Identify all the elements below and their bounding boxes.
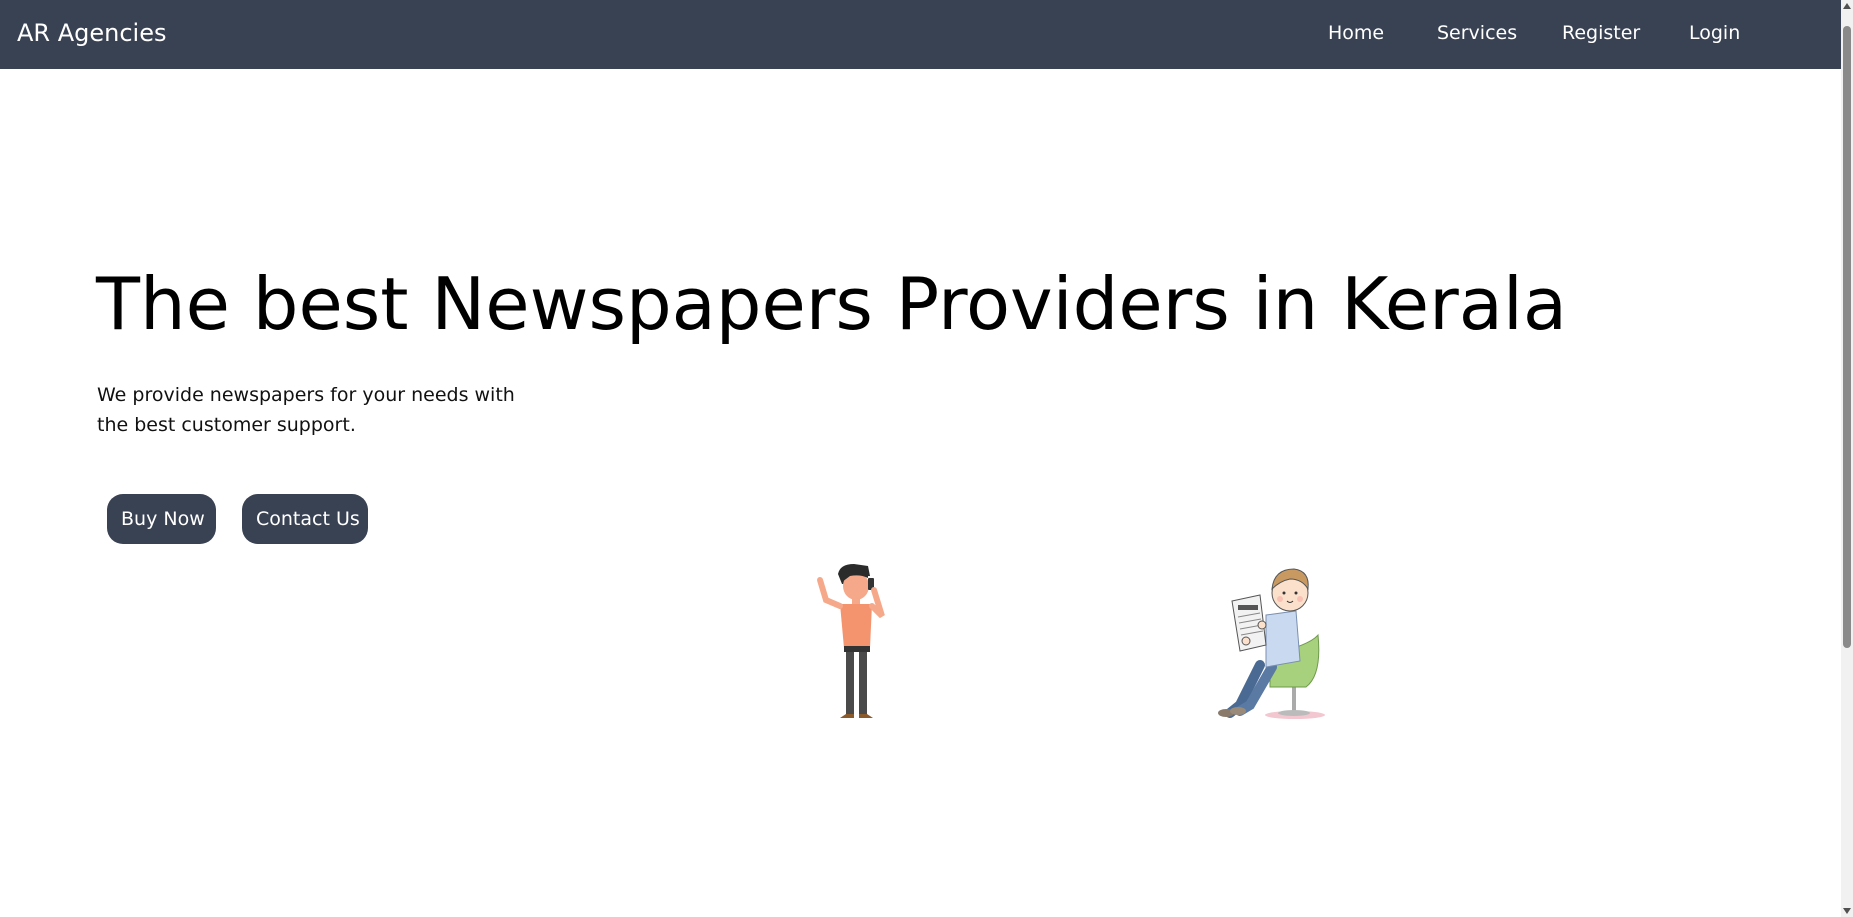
navbar: AR Agencies Home Services Register Login: [0, 0, 1841, 69]
scroll-down-arrow-icon[interactable]: [1843, 908, 1851, 914]
person-reading-newspaper-illustration: [1218, 568, 1325, 719]
nav-home-link[interactable]: Home: [1328, 22, 1384, 44]
person-on-phone-illustration: [817, 564, 885, 718]
buy-now-button[interactable]: Buy Now: [107, 494, 216, 544]
scroll-thumb[interactable]: [1843, 26, 1851, 648]
scroll-up-arrow-icon[interactable]: [1843, 3, 1851, 9]
contact-us-button[interactable]: Contact Us: [242, 494, 368, 544]
nav-login-link[interactable]: Login: [1689, 22, 1740, 44]
vertical-scrollbar[interactable]: [1841, 0, 1853, 917]
nav-register-link[interactable]: Register: [1562, 22, 1640, 44]
brand-logo-link[interactable]: AR Agencies: [17, 19, 166, 47]
nav-services-link[interactable]: Services: [1437, 22, 1517, 44]
page: AR Agencies Home Services Register Login…: [0, 0, 1853, 917]
hero-title: The best Newspapers Providers in Kerala: [96, 262, 1567, 346]
hero-subtitle: We provide newspapers for your needs wit…: [97, 384, 515, 436]
